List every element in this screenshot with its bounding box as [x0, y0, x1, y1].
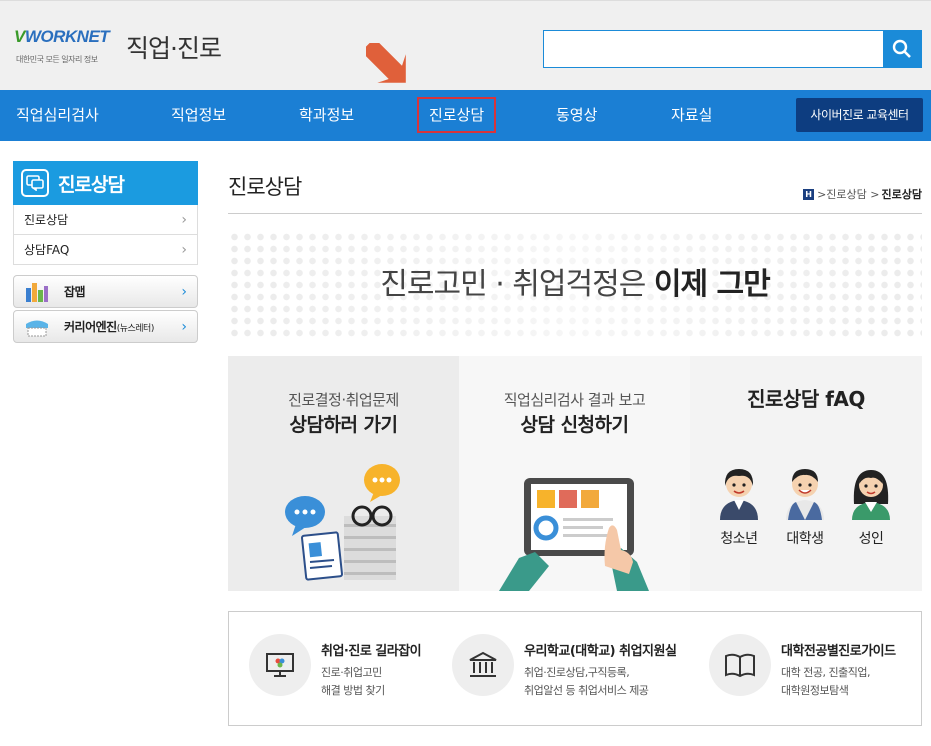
- persona-teen[interactable]: 청소년: [714, 464, 764, 548]
- book-icon: [709, 634, 771, 696]
- nav-item-counseling[interactable]: 진로상담: [417, 97, 497, 133]
- nav-item-job-info[interactable]: 직업정보: [171, 90, 226, 141]
- service-title: 취업·진로 길라잡이: [321, 644, 422, 659]
- service-career-guide[interactable]: 취업·진로 길라잡이 진로·취업고민 해결 방법 찾기: [249, 634, 422, 700]
- sidebar-item-counseling[interactable]: 진로상담 ›: [13, 205, 198, 235]
- logo-subtitle: 대한민국 모든 일자리 정보: [16, 55, 98, 64]
- counseling-faq-panel[interactable]: 진로상담 fAQ 청소년 대학생 성인: [690, 356, 922, 591]
- services-box: 취업·진로 길라잡이 진로·취업고민 해결 방법 찾기 우리학교(대학교) 취업…: [228, 611, 922, 726]
- nav-item-resources[interactable]: 자료실: [671, 90, 712, 141]
- tablet-illustration-icon: [499, 478, 649, 591]
- panel-title: 진로상담 fAQ: [747, 387, 865, 411]
- hero-text: 진로고민 · 취업걱정은 이제 그만: [228, 259, 922, 303]
- main-nav: 직업심리검사 직업정보 학과정보 진로상담 동영상 자료실 사이버진로 교육센터: [0, 90, 931, 141]
- career-engine-label: 커리어엔진: [64, 320, 117, 334]
- site-header: VWORKNET 대한민국 모든 일자리 정보 직업·진로: [0, 0, 931, 90]
- service-text: 우리학교(대학교) 취업지원실 취업·진로상담,구직등록, 취업알선 등 취업서…: [524, 634, 677, 700]
- service-desc: 대학 전공, 진출직업, 대학원정보탐색: [781, 666, 870, 697]
- chevron-right-icon: ›: [181, 211, 187, 228]
- service-desc: 진로·취업고민 해결 방법 찾기: [321, 666, 385, 697]
- sidebar-title: 진로상담: [58, 173, 125, 196]
- title-divider: [228, 213, 922, 214]
- service-title: 대학전공별진로가이드: [781, 644, 896, 659]
- panel-subtitle: 진로결정·취업문제: [288, 391, 399, 409]
- persona-college[interactable]: 대학생: [780, 464, 830, 548]
- sidebar-item-faq[interactable]: 상담FAQ ›: [13, 235, 198, 265]
- breadcrumb: H >진로상담 > 진로상담: [803, 186, 922, 202]
- hero-text-normal: 진로고민 · 취업걱정은: [380, 267, 654, 302]
- worknet-logo[interactable]: VWORKNET 대한민국 모든 일자리 정보: [14, 27, 114, 67]
- sidebar-header: 진로상담: [13, 161, 198, 205]
- panel-title: 상담하러 가기: [289, 414, 399, 436]
- breadcrumb-current: 진로상담: [881, 188, 922, 201]
- persona-label: 청소년: [720, 531, 758, 547]
- hero-banner: 진로고민 · 취업걱정은 이제 그만: [228, 231, 922, 341]
- counseling-illustration-icon: [285, 464, 400, 581]
- persona-label: 대학생: [786, 531, 824, 547]
- hero-text-bold: 이제 그만: [653, 267, 771, 302]
- search-icon: [892, 39, 911, 58]
- breadcrumb-mid[interactable]: >진로상담 >: [817, 186, 879, 202]
- jobmap-icon: [24, 280, 50, 304]
- search-input[interactable]: [544, 31, 884, 67]
- pointer-arrow-icon: [366, 43, 406, 83]
- sidebar-card-label: 커리어엔진(뉴스레터): [64, 318, 181, 335]
- service-major-career-guide[interactable]: 대학전공별진로가이드 대학 전공, 진출직업, 대학원정보탐색: [709, 634, 896, 700]
- page-title: 진로상담: [228, 175, 302, 199]
- counseling-icon: [21, 169, 49, 197]
- panel-title: 상담 신청하기: [520, 414, 630, 436]
- university-icon: [452, 634, 514, 696]
- search-button[interactable]: [883, 31, 921, 67]
- teen-avatar-icon: [720, 469, 758, 520]
- college-avatar-icon: [786, 469, 824, 520]
- nav-item-major-info[interactable]: 학과정보: [299, 90, 354, 141]
- cyber-career-center-button[interactable]: 사이버진로 교육센터: [796, 98, 923, 132]
- test-result-counseling-panel[interactable]: 직업심리검사 결과 보고 상담 신청하기: [459, 356, 690, 591]
- adult-avatar-icon: [852, 470, 890, 520]
- site-title[interactable]: 직업·진로: [126, 29, 222, 65]
- logo-mark: V: [14, 27, 25, 46]
- service-desc: 취업·진로상담,구직등록, 취업알선 등 취업서비스 제공: [524, 666, 649, 697]
- monitor-icon: [249, 634, 311, 696]
- sidebar-card-label: 잡맵: [64, 285, 86, 299]
- persona-adult[interactable]: 성인: [846, 464, 896, 548]
- newsletter-icon: [24, 315, 50, 339]
- nav-item-psych-test[interactable]: 직업심리검사: [16, 90, 99, 141]
- search-box: [543, 30, 922, 68]
- service-text: 취업·진로 길라잡이 진로·취업고민 해결 방법 찾기: [321, 634, 422, 700]
- service-title: 우리학교(대학교) 취업지원실: [524, 644, 677, 659]
- chevron-right-icon: ›: [181, 241, 187, 258]
- career-engine-suffix: (뉴스레터): [116, 324, 155, 334]
- nav-item-video[interactable]: 동영상: [556, 90, 597, 141]
- service-school-employment-office[interactable]: 우리학교(대학교) 취업지원실 취업·진로상담,구직등록, 취업알선 등 취업서…: [452, 634, 677, 700]
- persona-label: 성인: [858, 531, 884, 547]
- sidebar-item-label: 상담FAQ: [24, 243, 70, 257]
- logo-text: WORKNET: [24, 27, 110, 46]
- sidebar-item-label: 진로상담: [24, 213, 69, 227]
- chevron-right-icon: ›: [181, 283, 187, 300]
- chevron-right-icon: ›: [181, 318, 187, 335]
- sidebar-card-career-engine[interactable]: 커리어엔진(뉴스레터) ›: [13, 310, 198, 343]
- sidebar-card-jobmap[interactable]: 잡맵 ›: [13, 275, 198, 308]
- panel-subtitle: 직업심리검사 결과 보고: [503, 391, 646, 409]
- sidebar: 진로상담 진로상담 › 상담FAQ › 잡맵 › 커리어엔진(뉴스레터) ›: [13, 161, 198, 343]
- home-icon[interactable]: H: [803, 188, 815, 200]
- counseling-go-panel[interactable]: 진로결정·취업문제 상담하러 가기: [228, 356, 459, 591]
- service-text: 대학전공별진로가이드 대학 전공, 진출직업, 대학원정보탐색: [781, 634, 896, 700]
